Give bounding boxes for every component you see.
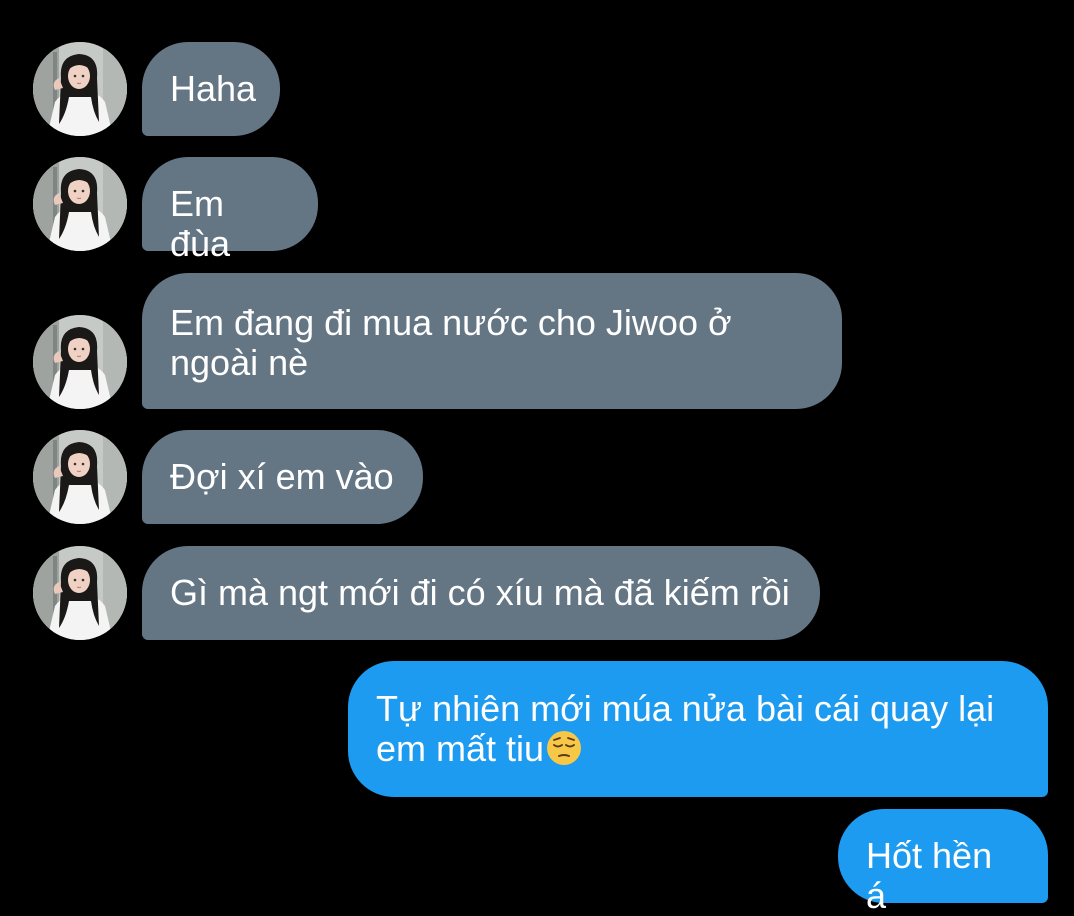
message-text: Em đùa — [170, 183, 231, 264]
contact-photo-icon — [33, 430, 127, 524]
message-text: Tự nhiên mới múa nửa bài cái quay lại em… — [376, 688, 995, 769]
incoming-message[interactable]: Em đang đi mua nước cho Jiwoo ở ngoài nè — [142, 273, 842, 409]
outgoing-message[interactable]: Tự nhiên mới múa nửa bài cái quay lại em… — [348, 661, 1048, 797]
message-text: Đợi xí em vào — [170, 456, 394, 497]
outgoing-message[interactable]: Hốt hền á — [838, 809, 1048, 916]
contact-avatar[interactable] — [33, 42, 127, 136]
contact-photo-icon — [33, 42, 127, 136]
incoming-message[interactable]: Đợi xí em vào — [142, 430, 423, 524]
contact-photo-icon — [33, 546, 127, 640]
contact-avatar[interactable] — [33, 315, 127, 409]
incoming-message[interactable]: Gì mà ngt mới đi có xíu mà đã kiếm rồi — [142, 546, 820, 640]
contact-avatar[interactable] — [33, 157, 127, 251]
message-text: Hốt hền á — [866, 835, 993, 916]
chat-thread: Haha Em đùa Em đang đi mua nước cho Jiwo… — [0, 0, 1074, 916]
message-text: Gì mà ngt mới đi có xíu mà đã kiếm rồi — [170, 572, 790, 613]
message-text: Em đang đi mua nước cho Jiwoo ở ngoài nè — [170, 302, 732, 383]
incoming-message[interactable]: Haha — [142, 42, 280, 136]
contact-avatar[interactable] — [33, 430, 127, 524]
contact-photo-icon — [33, 157, 127, 251]
contact-avatar[interactable] — [33, 546, 127, 640]
incoming-message[interactable]: Em đùa — [142, 157, 318, 264]
contact-photo-icon — [33, 315, 127, 409]
pensive-face-emoji-icon — [547, 731, 582, 765]
message-text: Haha — [170, 68, 257, 109]
